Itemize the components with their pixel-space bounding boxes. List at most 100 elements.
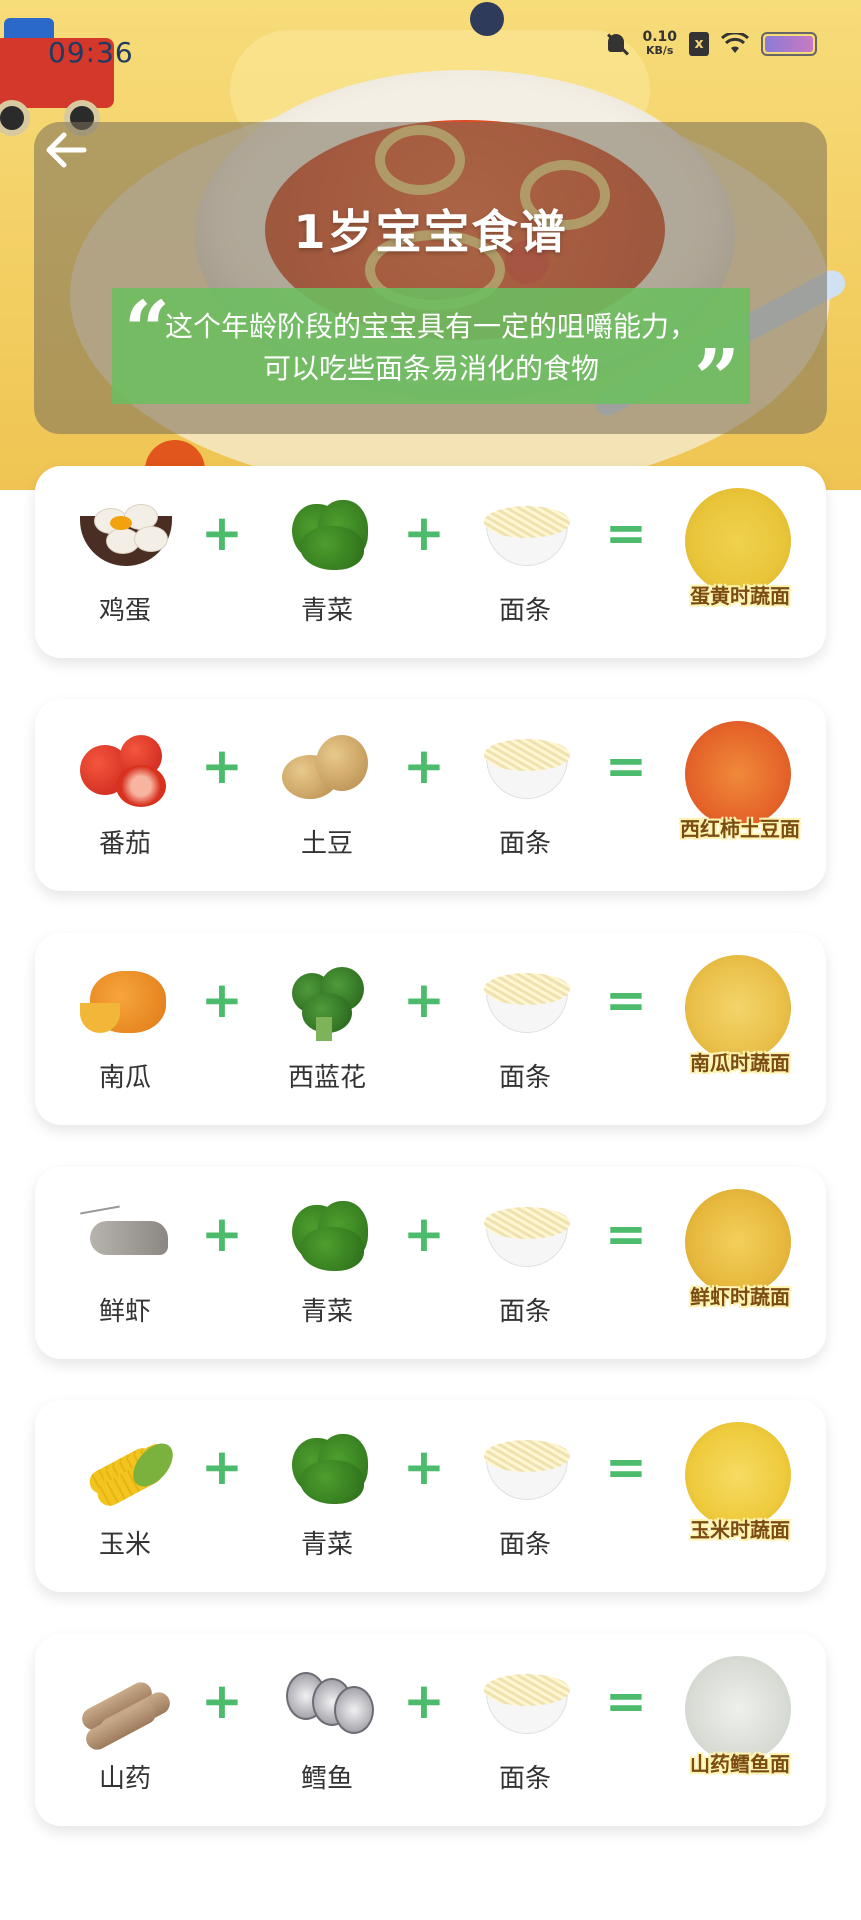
ingredient-label: 鲜虾 <box>98 1297 151 1327</box>
equals-sign: = <box>605 971 647 1029</box>
ingredient-label: 面条 <box>498 1063 551 1093</box>
ingredient-label: 面条 <box>498 596 551 626</box>
plus-sign: + <box>403 1438 445 1496</box>
noodles-image <box>480 1430 570 1510</box>
page-title: 1岁宝宝食谱 <box>293 205 568 259</box>
noodles-image <box>480 1197 570 1277</box>
cod-image <box>282 1664 374 1744</box>
equals-sign: = <box>605 504 647 562</box>
plus-sign: + <box>201 971 243 1029</box>
result-dish-label: 玉米时蔬面 <box>690 1518 790 1542</box>
ingredient-label: 面条 <box>498 1297 551 1327</box>
plus-sign: + <box>201 1672 243 1730</box>
result-dish: 西红柿土豆面 <box>665 721 805 861</box>
ingredient-label: 鳕鱼 <box>300 1764 353 1794</box>
back-arrow-icon <box>46 132 87 168</box>
result-dish-label: 蛋黄时蔬面 <box>690 584 790 608</box>
ingredient-label: 土豆 <box>300 829 353 859</box>
noodle-dish-image <box>685 1656 791 1762</box>
ingredient-label: 青菜 <box>300 596 353 626</box>
ingredient-item: 面条 <box>460 1197 590 1347</box>
result-dish: 蛋黄时蔬面 <box>665 488 805 628</box>
greens-image <box>282 1197 372 1277</box>
ingredient-item: 南瓜 <box>60 963 190 1113</box>
wifi-icon <box>721 33 749 53</box>
ingredient-label: 山药 <box>98 1764 151 1794</box>
recipe-card[interactable]: 南瓜 西蓝花 面条 + + = 南瓜时蔬面 <box>35 933 826 1125</box>
recipe-card[interactable]: 山药 鳕鱼 面条 + + = 山药鳕鱼面 <box>35 1634 826 1826</box>
noodles-image <box>480 496 570 576</box>
plus-sign: + <box>403 504 445 562</box>
result-dish-label: 南瓜时蔬面 <box>690 1051 790 1075</box>
ingredient-label: 面条 <box>498 829 551 859</box>
plus-sign: + <box>403 737 445 795</box>
network-speed: 0.10 KB/s <box>642 30 677 58</box>
noodles-image <box>480 963 570 1043</box>
plus-sign: + <box>201 504 243 562</box>
plus-sign: + <box>403 1672 445 1730</box>
noodle-dish-image <box>685 1422 791 1528</box>
description-text: 这个年龄阶段的宝宝具有一定的咀嚼能力，可以吃些面条易消化的食物 <box>164 310 697 385</box>
ingredient-item: 西蓝花 <box>262 963 392 1113</box>
recipe-card[interactable]: 鲜虾 青菜 面条 + + = 鲜虾时蔬面 <box>35 1167 826 1359</box>
ingredient-item: 面条 <box>460 963 590 1113</box>
result-dish: 山药鳕鱼面 <box>665 1656 805 1796</box>
ingredient-item: 面条 <box>460 1430 590 1580</box>
plus-sign: + <box>201 1438 243 1496</box>
equals-sign: = <box>605 1205 647 1263</box>
ingredient-item: 面条 <box>460 1664 590 1814</box>
ingredient-label: 青菜 <box>300 1530 353 1560</box>
ingredient-item: 青菜 <box>262 1430 392 1580</box>
greens-image <box>282 496 372 576</box>
ingredient-item: 青菜 <box>262 496 392 646</box>
noodle-dish-image <box>685 488 791 594</box>
recipe-page: 09:36 0.10 KB/s x 1岁宝宝食谱 “ 这个年龄阶段的宝宝具有一定… <box>0 0 861 1920</box>
ingredient-label: 青菜 <box>300 1297 353 1327</box>
plus-sign: + <box>201 1205 243 1263</box>
ingredient-label: 南瓜 <box>98 1063 151 1093</box>
ingredient-item: 玉米 <box>60 1430 190 1580</box>
noodle-dish-image <box>685 955 791 1061</box>
equals-sign: = <box>605 737 647 795</box>
sim-icon: x <box>689 32 709 56</box>
tomato-image <box>80 729 170 809</box>
ingredient-item: 青菜 <box>262 1197 392 1347</box>
ingredient-item: 山药 <box>60 1664 190 1814</box>
ingredient-label: 鸡蛋 <box>98 596 151 626</box>
broccoli-image <box>282 963 372 1043</box>
potato-image <box>282 729 372 809</box>
recipe-card[interactable]: 玉米 青菜 面条 + + = 玉米时蔬面 <box>35 1400 826 1592</box>
shrimp-image <box>80 1197 170 1277</box>
network-speed-value: 0.10 <box>642 29 677 45</box>
ingredient-label: 面条 <box>498 1764 551 1794</box>
plus-sign: + <box>201 737 243 795</box>
plus-sign: + <box>403 1205 445 1263</box>
battery-icon <box>761 32 817 56</box>
ingredient-label: 西蓝花 <box>287 1063 366 1093</box>
ingredient-item: 面条 <box>460 729 590 879</box>
yam-image <box>78 1664 174 1754</box>
result-dish: 南瓜时蔬面 <box>665 955 805 1095</box>
greens-image <box>282 1430 372 1510</box>
status-time: 09:36 <box>48 36 134 69</box>
equals-sign: = <box>605 1672 647 1730</box>
result-dish-label: 鲜虾时蔬面 <box>690 1285 790 1309</box>
mute-icon <box>604 31 630 57</box>
close-quote-icon: ” <box>693 331 740 425</box>
noodle-dish-image <box>685 721 791 827</box>
network-speed-unit: KB/s <box>645 44 674 57</box>
corn-image <box>80 1430 181 1511</box>
ingredient-item: 鸡蛋 <box>60 496 190 646</box>
ingredient-item: 番茄 <box>60 729 190 879</box>
status-bar: 09:36 0.10 KB/s x <box>0 22 861 82</box>
ingredient-label: 面条 <box>498 1530 551 1560</box>
ingredient-label: 番茄 <box>98 829 151 859</box>
noodle-dish-image <box>685 1189 791 1295</box>
status-icons: 0.10 KB/s x <box>604 30 817 58</box>
egg-image <box>80 496 172 576</box>
recipe-card[interactable]: 鸡蛋 青菜 面条 + + = 蛋黄时蔬面 <box>35 466 826 658</box>
ingredient-label: 玉米 <box>98 1530 151 1560</box>
back-button[interactable] <box>38 122 94 178</box>
recipe-card[interactable]: 番茄 土豆 面条 + + = 西红柿土豆面 <box>35 699 826 891</box>
equals-sign: = <box>605 1438 647 1496</box>
